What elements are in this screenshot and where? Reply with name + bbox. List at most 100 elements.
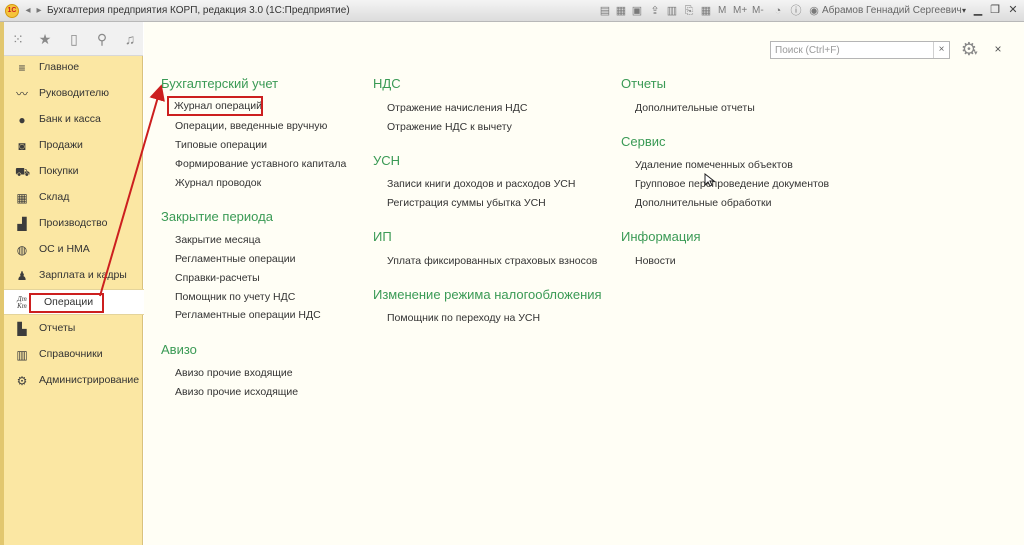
bell-icon[interactable]: ♫ — [122, 31, 138, 47]
search-input[interactable] — [771, 42, 933, 58]
factory-icon: ▟ — [17, 217, 27, 231]
cart-icon: ⛟ — [15, 165, 31, 179]
coin-icon: ● — [18, 113, 26, 127]
link-insurance-fees[interactable]: Уплата фиксированных страховых взносов — [387, 255, 597, 267]
app-logo-icon: 1С — [5, 4, 19, 18]
sidebar-item-label: Отчеты — [39, 322, 76, 334]
link-delete-marked[interactable]: Удаление помеченных объектов — [635, 159, 793, 171]
quick-toolbar: ⁙ ★ ▯ ⚲ ♫ — [4, 22, 143, 56]
group-title-information: Информация — [621, 229, 701, 244]
link-usn-book[interactable]: Записи книги доходов и расходов УСН — [387, 178, 575, 190]
close-window-button[interactable]: ✕ — [1005, 3, 1021, 18]
link-group-reposting[interactable]: Групповое перепроведение документов — [635, 178, 829, 190]
menu-lines-icon: ≡ — [18, 61, 26, 75]
sidebar-item-label: Банк и касса — [39, 113, 101, 125]
sidebar-item-label: Администрирование — [39, 374, 140, 386]
sidebar-item-manager[interactable]: 〰 Руководителю — [4, 81, 143, 107]
group-title-period-closing: Закрытие периода — [161, 209, 273, 224]
info-icon[interactable]: ⓘ — [789, 4, 803, 18]
group-title-service: Сервис — [621, 134, 666, 149]
sidebar-item-purchases[interactable]: ⛟ Покупки — [4, 159, 143, 185]
highlight-frame — [29, 293, 104, 313]
link-aviso-incoming[interactable]: Авизо прочие входящие — [175, 367, 293, 379]
group-title-reports: Отчеты — [621, 76, 666, 91]
calendar-icon[interactable]: ▥ — [665, 4, 679, 18]
upload-icon[interactable]: ⇪ — [648, 4, 662, 18]
memory-plus-button[interactable]: M+ — [733, 5, 747, 16]
sidebar-item-bank[interactable]: ● Банк и касса — [4, 107, 143, 133]
minimize-button[interactable]: ▁ — [970, 3, 986, 18]
sidebar-item-warehouse[interactable]: ▦ Склад — [4, 185, 143, 211]
user-name[interactable]: Абрамов Геннадий Сергеевич — [822, 5, 962, 16]
calculator-icon[interactable]: ▦ — [699, 4, 713, 18]
sidebar-item-admin[interactable]: ⚙ Администрирование — [4, 368, 143, 394]
sidebar-item-sales[interactable]: ◙ Продажи — [4, 133, 143, 159]
books-icon: ▥ — [16, 348, 28, 362]
print-icon[interactable]: ▦ — [614, 4, 628, 18]
link-vat-deduction[interactable]: Отражение НДС к вычету — [387, 121, 512, 133]
mouse-cursor-icon — [704, 173, 716, 187]
chevron-down-icon[interactable]: ▾ — [974, 49, 978, 57]
link-vat-assistant[interactable]: Помощник по учету НДС — [175, 291, 295, 303]
sidebar-item-operations[interactable]: Дт Кт Операции — [4, 289, 144, 315]
search-field[interactable]: × — [770, 41, 950, 59]
link-additional-processing[interactable]: Дополнительные обработки — [635, 197, 771, 209]
restore-button[interactable]: ❐ — [987, 3, 1003, 18]
all-functions-icon[interactable]: ⁙ — [10, 31, 26, 47]
favorites-star-icon[interactable]: ★ — [37, 31, 53, 47]
sidebar-item-label: Склад — [39, 191, 70, 203]
person-icon: ♟ — [16, 269, 28, 283]
history-icon[interactable]: ▯ — [66, 31, 82, 47]
link-calculations[interactable]: Справки-расчеты — [175, 272, 260, 284]
sidebar-item-label: Продажи — [39, 139, 83, 151]
sidebar-item-reports[interactable]: ▙ Отчеты — [4, 316, 143, 342]
group-title-tax-regime: Изменение режима налогообложения — [373, 287, 602, 302]
link-news[interactable]: Новости — [635, 255, 676, 267]
link-aviso-outgoing[interactable]: Авизо прочие исходящие — [175, 386, 298, 398]
sidebar-item-label: Справочники — [39, 348, 103, 360]
group-title-ip: ИП — [373, 229, 392, 244]
link-vat-accrual[interactable]: Отражение начисления НДС — [387, 102, 527, 114]
group-title-vat: НДС — [373, 76, 401, 91]
preview-icon[interactable]: ▣ — [630, 4, 644, 18]
dt-kt-icon: Дт Кт — [17, 295, 27, 310]
bell-icon[interactable]: ◔ — [771, 4, 785, 18]
link-regulated-operations[interactable]: Регламентные операции — [175, 253, 296, 265]
link-usn-transition[interactable]: Помощник по переходу на УСН — [387, 312, 540, 324]
sidebar-item-assets[interactable]: ◍ ОС и НМА — [4, 237, 143, 263]
sidebar-item-production[interactable]: ▟ Производство — [4, 211, 143, 237]
group-title-accounting: Бухгалтерский учет — [161, 76, 279, 91]
clear-search-button[interactable]: × — [933, 42, 949, 58]
arrow-right-icon[interactable]: ▸ — [33, 5, 45, 17]
asset-icon: ◍ — [16, 243, 28, 257]
sidebar-item-label: Главное — [39, 61, 80, 73]
group-title-aviso: Авизо — [161, 342, 197, 357]
search-icon[interactable]: ⚲ — [94, 31, 110, 47]
link-additional-reports[interactable]: Дополнительные отчеты — [635, 102, 755, 114]
title-bar: 1С ◂ ▸ Бухгалтерия предприятия КОРП, ред… — [0, 0, 1024, 22]
sidebar-item-salary[interactable]: ♟ Зарплата и кадры — [4, 263, 143, 289]
group-title-usn: УСН — [373, 153, 401, 168]
link-manual-operations[interactable]: Операции, введенные вручную — [175, 120, 327, 132]
warehouse-icon: ▦ — [16, 191, 28, 205]
link-typical-operations[interactable]: Типовые операции — [175, 139, 267, 151]
link-vat-regulated[interactable]: Регламентные операции НДС — [175, 309, 321, 321]
sidebar-item-label: Покупки — [39, 165, 79, 177]
sections-panel: ⁙ ★ ▯ ⚲ ♫ ≡ Главное 〰 Руководителю ● Бан… — [0, 22, 144, 545]
link-charter-capital[interactable]: Формирование уставного капитала — [175, 158, 346, 170]
sidebar-item-label: Руководителю — [39, 87, 110, 99]
save-icon[interactable]: ▤ — [598, 4, 612, 18]
memory-button[interactable]: M — [718, 5, 726, 16]
link-usn-loss[interactable]: Регистрация суммы убытка УСН — [387, 197, 546, 209]
close-section-button[interactable]: × — [991, 42, 1005, 56]
link-month-closing[interactable]: Закрытие месяца — [175, 234, 260, 246]
memory-minus-button[interactable]: M- — [752, 5, 764, 16]
sidebar-item-label: ОС и НМА — [39, 243, 90, 255]
sidebar-item-references[interactable]: ▥ Справочники — [4, 342, 143, 368]
user-icon: ◉ — [809, 5, 819, 17]
section-content: × ⚙ ▾ × Бухгалтерский учет Журнал операц… — [144, 22, 1024, 545]
sidebar-item-main[interactable]: ≡ Главное — [4, 55, 143, 81]
link-postings-journal[interactable]: Журнал проводок — [175, 177, 261, 189]
sidebar-item-label: Производство — [39, 217, 108, 229]
link-icon[interactable]: ⎘ — [682, 4, 696, 18]
